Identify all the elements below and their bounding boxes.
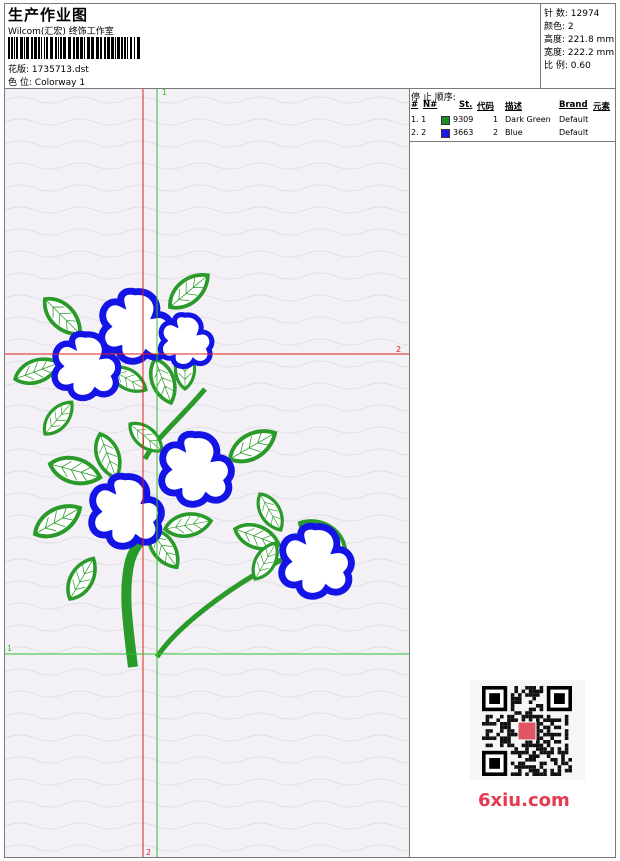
col-element: 元素 <box>593 102 611 112</box>
table-row: 2. 2 3663 2 Blue Default <box>411 128 589 138</box>
side-divider <box>409 89 410 858</box>
stat-colors: 颜色: 2 <box>544 22 574 32</box>
company-name: Wilcom(汇宏) 终饰工作室 <box>8 27 114 37</box>
col-st: St. <box>459 100 473 110</box>
stat-scale: 比 例: 0.60 <box>544 61 591 71</box>
design-value: 1735713.dst <box>31 65 89 75</box>
color-swatch <box>441 116 450 125</box>
barcode <box>8 37 140 59</box>
colorway-value: Colorway 1 <box>34 78 86 88</box>
design-info: 花版: 1735713.dst <box>8 62 89 75</box>
col-code: 代码 <box>477 102 495 112</box>
guide-label-v1: 1 <box>162 88 168 97</box>
color-swatch <box>441 129 450 138</box>
qr-code <box>470 680 585 780</box>
page-title: 生产作业图 <box>8 6 89 24</box>
guide-label-v2: 2 <box>146 848 152 857</box>
watermark-logo: 6xiu.com <box>478 790 570 811</box>
stat-width: 宽度: 222.2 mm <box>544 48 615 58</box>
table-divider <box>409 141 616 142</box>
stat-stitches: 针 数: 12974 <box>544 9 600 19</box>
embroidery-design <box>5 89 409 857</box>
col-brand: Brand <box>559 100 588 110</box>
header-divider <box>540 3 541 89</box>
guide-label-h1: 1 <box>7 644 13 653</box>
col-hash: # <box>411 100 419 110</box>
table-row: 1. 1 9309 1 Dark Green Default <box>411 115 589 125</box>
col-no: N# <box>423 100 438 110</box>
stop-sequence-table: # N# St. 代码 描述 Brand 元素 1. 1 9309 1 Dark… <box>409 100 616 140</box>
design-label: 花版: <box>8 65 30 75</box>
colorway-label: 色 位: <box>8 78 32 88</box>
stat-height: 高度: 221.8 mm <box>544 35 615 45</box>
colorway-info: 色 位: Colorway 1 <box>8 75 85 88</box>
guide-label-h2: 2 <box>396 345 402 354</box>
col-desc: 描述 <box>505 102 523 112</box>
